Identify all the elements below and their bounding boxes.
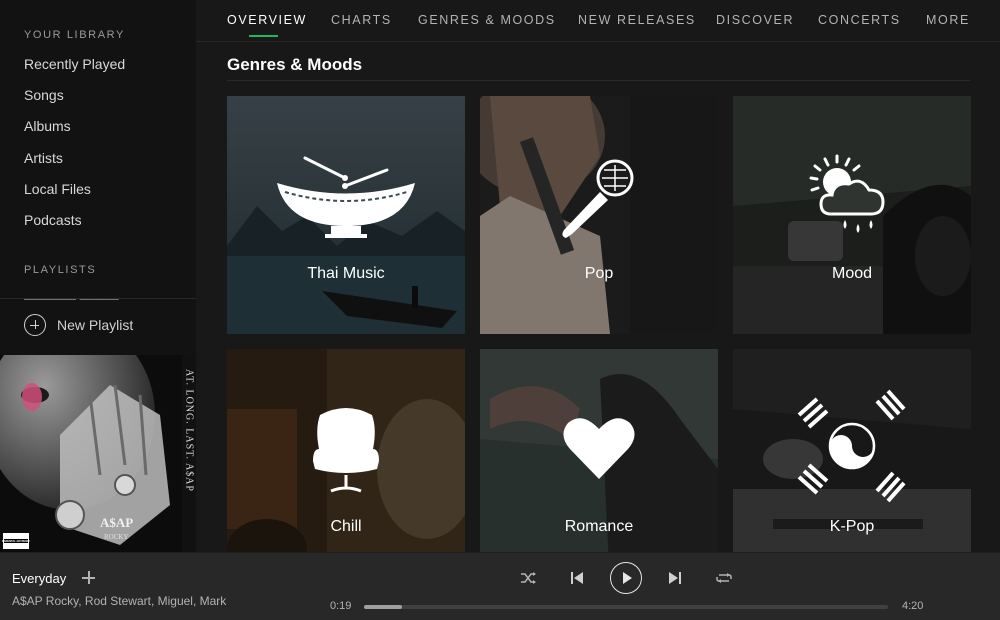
tile-label-thai-music: Thai Music xyxy=(307,265,385,282)
album-cover-image: AT. LONG. LAST. A$AP A$AP ROCKY PARENTAL… xyxy=(0,355,196,552)
tab-discover[interactable]: DISCOVER xyxy=(716,13,794,27)
shuffle-icon[interactable] xyxy=(520,571,537,585)
add-to-library-button[interactable] xyxy=(82,571,96,585)
page-title: Genres & Moods xyxy=(227,55,363,74)
progress-fill xyxy=(364,605,403,609)
active-tab-indicator xyxy=(249,35,278,37)
heading-divider xyxy=(227,80,970,81)
album-cover-artist: ROCKY xyxy=(104,533,129,541)
play-button[interactable] xyxy=(610,562,642,594)
sidebar-item-albums[interactable]: Albums xyxy=(24,118,71,134)
library-section-title: YOUR LIBRARY xyxy=(24,29,125,41)
top-navigation: OVERVIEW CHARTS GENRES & MOODS NEW RELEA… xyxy=(196,0,1000,42)
genre-tile-thai-music[interactable]: Thai Music xyxy=(227,96,465,334)
now-playing-artists[interactable]: A$AP Rocky, Rod Stewart, Miguel, Mark xyxy=(12,594,226,608)
album-cover-title: A$AP xyxy=(100,515,133,530)
tab-charts[interactable]: CHARTS xyxy=(331,13,392,27)
tab-concerts[interactable]: CONCERTS xyxy=(818,13,901,27)
genre-tile-k-pop[interactable]: K-Pop xyxy=(733,349,971,552)
progress-bar[interactable] xyxy=(364,605,888,609)
previous-track-icon[interactable] xyxy=(571,572,583,584)
album-side-text: AT. LONG. LAST. A$AP xyxy=(184,369,195,492)
tile-label-chill: Chill xyxy=(330,518,362,535)
new-playlist-button[interactable]: New Playlist xyxy=(24,313,133,337)
genre-tile-chill[interactable]: Chill xyxy=(227,349,465,552)
genre-tile-pop[interactable]: Pop xyxy=(480,96,718,334)
sidebar-item-songs[interactable]: Songs xyxy=(24,87,64,103)
sidebar-divider xyxy=(0,298,196,299)
tab-more[interactable]: MORE xyxy=(926,13,970,27)
now-playing-title[interactable]: Everyday xyxy=(12,571,66,586)
next-track-icon[interactable] xyxy=(669,572,681,584)
player-bar: Everyday A$AP Rocky, Rod Stewart, Miguel… xyxy=(0,552,1000,620)
sidebar-item-artists[interactable]: Artists xyxy=(24,150,63,166)
play-icon xyxy=(622,571,632,584)
album-art[interactable]: AT. LONG. LAST. A$AP A$AP ROCKY PARENTAL… xyxy=(0,355,196,552)
main-content: Genres & Moods Thai Music Pop Mood Chill… xyxy=(196,43,1000,552)
sidebar-item-local-files[interactable]: Local Files xyxy=(24,181,91,197)
genre-tile-romance[interactable]: Romance xyxy=(480,349,718,552)
sidebar-item-recently-played[interactable]: Recently Played xyxy=(24,56,125,72)
new-playlist-label: New Playlist xyxy=(57,317,134,333)
sidebar-item-podcasts[interactable]: Podcasts xyxy=(24,212,82,228)
repeat-icon[interactable] xyxy=(716,571,732,585)
sun-cloud-rain-icon xyxy=(809,154,885,233)
tile-label-pop: Pop xyxy=(584,265,614,282)
tab-new-releases[interactable]: NEW RELEASES xyxy=(578,13,696,27)
tile-label-mood: Mood xyxy=(831,265,873,282)
elapsed-time: 0:19 xyxy=(330,600,352,612)
genre-tile-mood[interactable]: Mood xyxy=(733,96,971,334)
playlists-section-title: PLAYLISTS xyxy=(24,264,97,276)
parental-advisory-label: PARENTAL ADVISORY xyxy=(2,539,30,543)
track-duration: 4:20 xyxy=(902,600,924,612)
tile-label-k-pop: K-Pop xyxy=(829,518,875,535)
tile-label-romance: Romance xyxy=(564,518,634,535)
thai-drum-icon xyxy=(277,156,415,238)
microphone-icon xyxy=(562,159,634,238)
tab-genres-moods[interactable]: GENRES & MOODS xyxy=(418,13,556,27)
tab-overview[interactable]: OVERVIEW xyxy=(227,13,307,27)
plus-circle-icon xyxy=(24,314,46,336)
